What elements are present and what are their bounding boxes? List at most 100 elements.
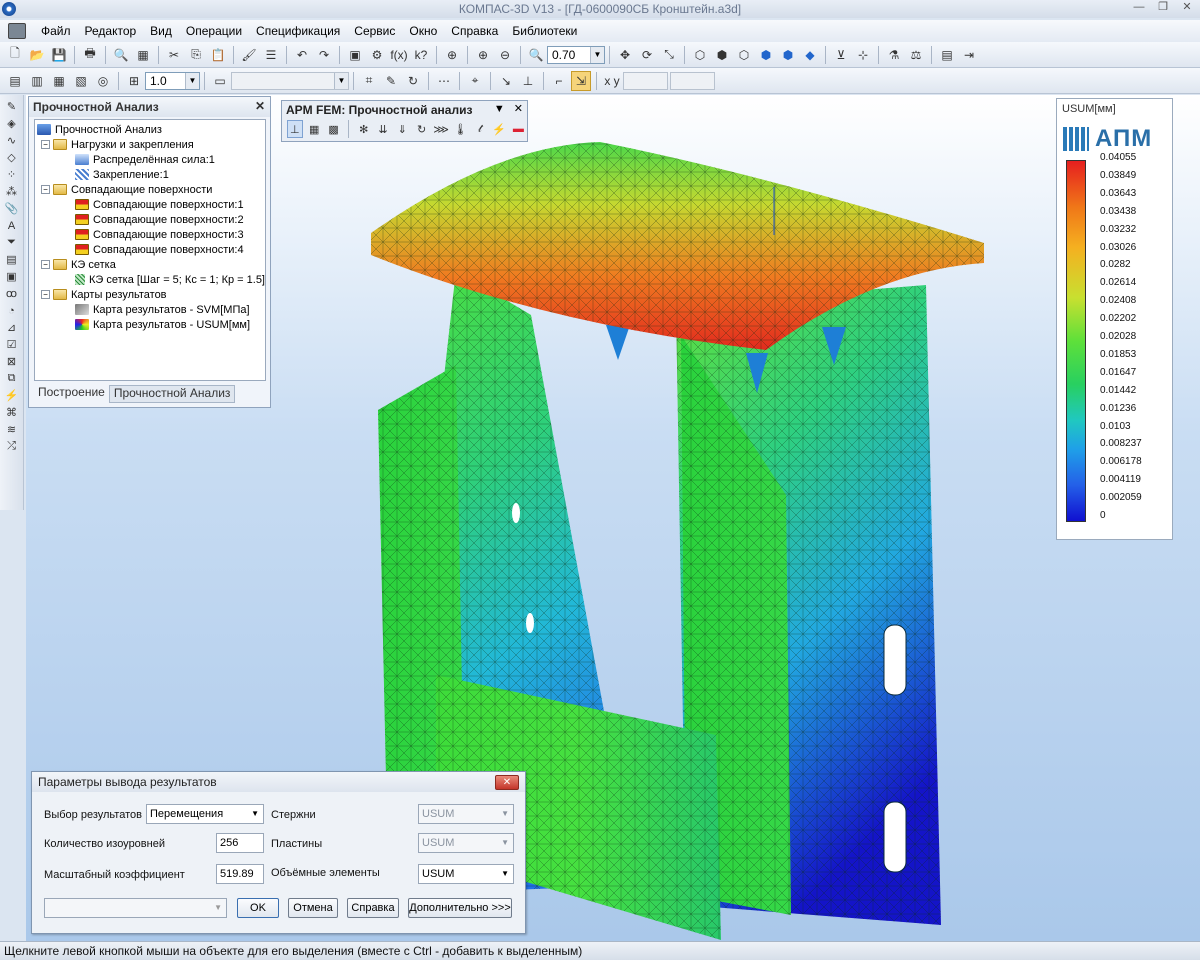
chevron-down-icon[interactable]: ▼ [494,103,505,115]
report-icon[interactable]: ▤ [937,45,957,65]
menu-window[interactable]: Окно [402,24,444,38]
layer-combo[interactable]: ▼ [231,71,349,90]
copy-geometry-icon[interactable]: ⧉ [3,371,21,386]
grid-step-icon[interactable]: ⊞ [124,71,144,91]
spec-object-icon[interactable]: ▤ [3,252,21,267]
tree-item-result-usum[interactable]: Карта результатов - USUM[мм] [35,317,265,332]
edit-sketch-icon[interactable]: ✎ [381,71,401,91]
check-icon[interactable]: ☑ [3,337,21,352]
zoom-out-icon[interactable]: ⊖ [495,45,515,65]
help-pointer-icon[interactable]: k? [411,45,431,65]
diagnostics-icon[interactable]: ⊠ [3,354,21,369]
chevron-down-icon[interactable]: ▼ [501,805,509,823]
array-icon[interactable]: ⁂ [3,184,21,199]
ok-button[interactable]: OK [237,898,279,918]
menu-libraries[interactable]: Библиотеки [505,24,584,38]
distributed-load-icon[interactable]: ⋙ [433,120,449,138]
spring-icon[interactable]: ⌘ [3,405,21,420]
format-painter-icon[interactable]: 🖌 [239,45,259,65]
constraint-icon[interactable]: ⊿ [3,320,21,335]
tree-item-mesh[interactable]: КЭ сетка [Шаг = 5; Кс = 1; Кр = 1.5] [35,272,265,287]
zoom-window-icon[interactable]: ⊕ [442,45,462,65]
restore-icon[interactable]: ❐ [1154,0,1172,16]
chevron-down-icon[interactable]: ▼ [501,865,509,883]
shaded-edges-icon[interactable]: ⬢ [778,45,798,65]
settings-gear-icon[interactable]: ✻ [356,120,371,138]
chevron-down-icon[interactable]: ▼ [334,72,348,89]
points-icon[interactable]: ⁘ [3,167,21,182]
coordinate-icon[interactable]: ↘ [496,71,516,91]
plates-select[interactable]: USUM ▼ [418,833,514,853]
menu-operations[interactable]: Операции [179,24,249,38]
pressure-tool-icon[interactable]: ⇓ [395,120,410,138]
force-tool-icon[interactable]: ⇊ [375,120,390,138]
menu-file[interactable]: Файл [34,24,78,38]
tree-item-result-svm[interactable]: Карта результатов - SVM[МПа] [35,302,265,317]
y-coord-field[interactable] [670,71,715,90]
save-icon[interactable]: 💾 [49,45,69,65]
macro-icon[interactable]: ⤮ [3,439,21,454]
step-combo[interactable]: 1.0 ▼ [145,71,200,90]
result-select[interactable]: Перемещения ▼ [146,804,264,824]
rebuild-icon[interactable]: ↻ [403,71,423,91]
menu-service[interactable]: Сервис [347,24,402,38]
library-icon[interactable]: ⚙ [367,45,387,65]
pages-icon[interactable]: ▧ [71,71,91,91]
part-icon[interactable]: ▤ [5,71,25,91]
open-icon[interactable]: 📂 [27,45,47,65]
chevron-down-icon[interactable]: ▼ [590,46,604,63]
tab-strength-analysis[interactable]: Прочностной Анализ [108,385,236,403]
undo-icon[interactable]: ↶ [292,45,312,65]
zoom-in-icon[interactable]: ⊕ [473,45,493,65]
orientation-icon[interactable]: ⤡ [659,45,679,65]
results-icon[interactable]: ▬ [511,120,526,138]
aux-geometry-icon[interactable]: ◇ [3,150,21,165]
spec-icon[interactable]: ▦ [49,71,69,91]
menu-edit[interactable]: Редактор [78,24,144,38]
help-button[interactable]: Справка [347,898,399,918]
ortho-icon[interactable]: ⌐ [549,71,569,91]
thin-lines-icon[interactable]: ⬡ [734,45,754,65]
mass-icon[interactable]: ⚖ [906,45,926,65]
selection-icon[interactable]: ⊹ [853,45,873,65]
temperature-tool-icon[interactable]: 🌡 [453,120,468,138]
tree-item-mesh-folder[interactable]: − КЭ сетка [35,257,265,272]
collapse-icon[interactable]: − [41,260,50,269]
close-icon[interactable]: ✕ [251,99,265,113]
export-icon[interactable]: ⇥ [959,45,979,65]
tree-item-results-folder[interactable]: − Карты результатов [35,287,265,302]
menu-specification[interactable]: Спецификация [249,24,347,38]
tree-item-surface-2[interactable]: Совпадающие поверхности:2 [35,212,265,227]
isolevels-input[interactable]: 256 [216,833,264,853]
scale-input[interactable]: 519.89 [216,864,264,884]
filter-funnel-icon[interactable]: ⏷ [3,235,21,250]
extra-select[interactable]: ▼ [44,898,227,918]
tree-item-surface-1[interactable]: Совпадающие поверхности:1 [35,197,265,212]
more-button[interactable]: Дополнительно >>> [408,898,512,918]
manager-icon[interactable]: ▣ [345,45,365,65]
tree-item-loads[interactable]: − Нагрузки и закрепления [35,137,265,152]
sketch-icon[interactable]: ⌗ [359,71,379,91]
filter-icon[interactable]: ⊻ [831,45,851,65]
cut-icon[interactable]: ✂ [164,45,184,65]
fixture-tool-icon[interactable]: ⊥ [287,120,303,138]
moment-tool-icon[interactable]: ↻ [414,120,429,138]
redo-icon[interactable]: ↷ [314,45,334,65]
clip-icon[interactable]: 📎 [3,201,21,216]
solids-select[interactable]: USUM ▼ [418,864,514,884]
print-icon[interactable]: 🖶 [80,45,100,65]
document-system-icon[interactable] [8,23,26,39]
spline-icon[interactable]: ∿ [3,133,21,148]
thermometer-icon[interactable]: 𝓉 [472,120,487,138]
local-snap-icon[interactable]: ⇲ [571,70,591,91]
zoom-combo[interactable]: 0.70 ▼ [547,45,605,64]
menu-view[interactable]: Вид [143,24,179,38]
paste-icon[interactable]: 📋 [208,45,228,65]
chevron-down-icon[interactable]: ▼ [214,899,222,917]
wireframe-icon[interactable]: ⬡ [690,45,710,65]
surfaces-icon[interactable]: ◈ [3,116,21,131]
mesh-tool-icon[interactable]: ▦ [307,120,322,138]
tree-item-force[interactable]: Распределённая сила:1 [35,152,265,167]
close-icon[interactable]: ✕ [1178,0,1196,16]
close-icon[interactable]: ✕ [514,103,523,115]
